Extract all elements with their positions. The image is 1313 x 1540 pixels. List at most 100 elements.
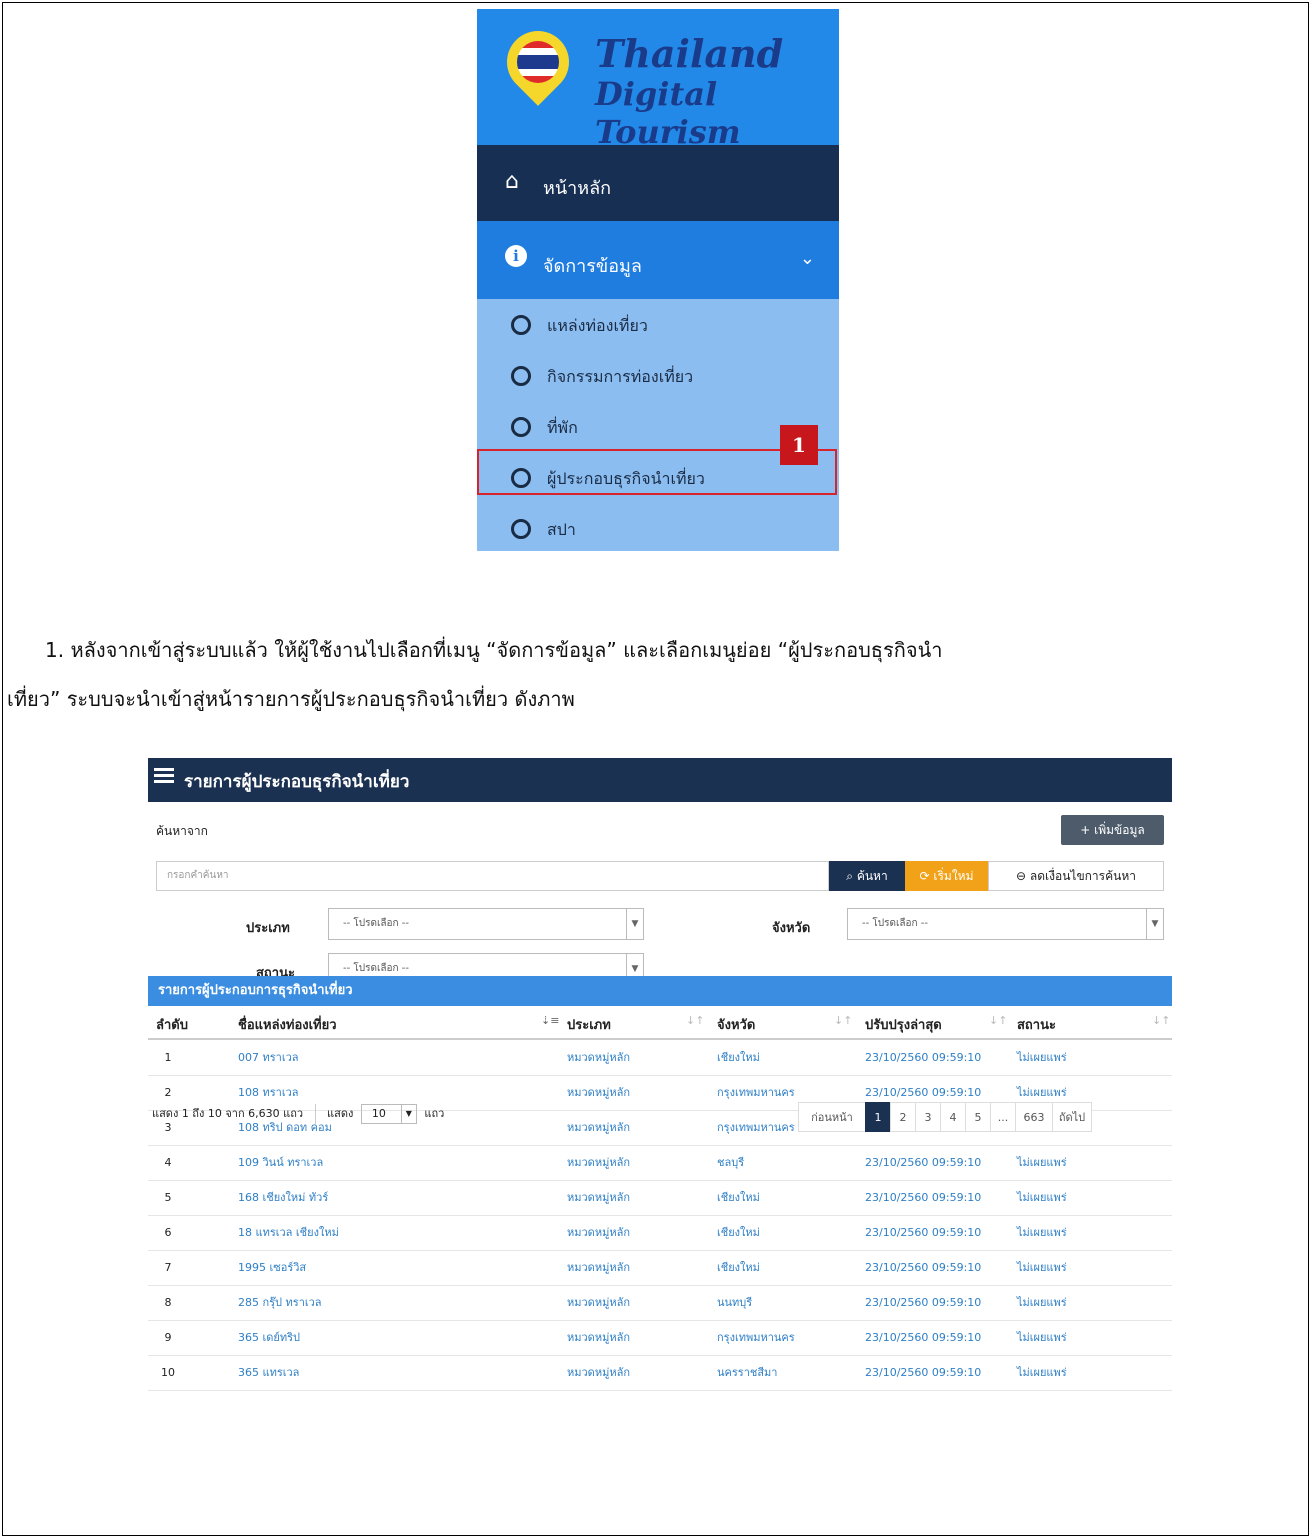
chevron-down-icon: ⌄ (799, 248, 815, 269)
sidebar-item-manage-data[interactable]: i จัดการข้อมูล ⌄ (477, 221, 839, 299)
row-name-link[interactable]: 365 เดย์ทริป (238, 1320, 300, 1355)
less-conditions-button[interactable]: ⊖ ลดเงื่อนไขการค้นหา (988, 861, 1164, 891)
circle-icon (511, 417, 531, 437)
page-button[interactable]: 2 (890, 1102, 916, 1132)
sidebar-item-home[interactable]: ⌂ หน้าหลัก (477, 145, 839, 221)
sidebar-item-attractions[interactable]: แหล่งท่องเที่ยว (477, 301, 839, 351)
row-name-link[interactable]: 18 แทรเวล เชียงใหม่ (238, 1215, 339, 1250)
row-type[interactable]: หมวดหมู่หลัก (567, 1215, 630, 1250)
row-type[interactable]: หมวดหมู่หลัก (567, 1075, 630, 1110)
page-button[interactable]: 1 (865, 1102, 891, 1132)
column-header-name[interactable]: ชื่อแหล่งท่องเที่ยว (238, 1014, 337, 1035)
table-title: รายการผู้ประกอบการธุรกิจนำเที่ยว (158, 983, 353, 998)
add-data-button[interactable]: + เพิ่มข้อมูล (1061, 815, 1164, 845)
instruction-line-1: 1. หลังจากเข้าสู่ระบบแล้ว ให้ผู้ใช้งานไป… (45, 638, 943, 662)
column-header-status[interactable]: สถานะ (1017, 1014, 1056, 1035)
page-size-value: 10 (371, 1107, 386, 1120)
sort-icon[interactable]: ↓↑ (1152, 1014, 1170, 1027)
row-index: 9 (164, 1331, 172, 1344)
column-header-updated[interactable]: ปรับปรุงล่าสุด (865, 1014, 942, 1035)
prev-page-button[interactable]: ก่อนหน้า (798, 1102, 866, 1132)
row-updated[interactable]: 23/10/2560 09:59:10 (865, 1145, 981, 1180)
province-select[interactable]: -- โปรดเลือก -- ▼ (847, 908, 1164, 940)
row-type[interactable]: หมวดหมู่หลัก (567, 1355, 630, 1390)
column-header-province[interactable]: จังหวัด (717, 1014, 755, 1035)
province-label: จังหวัด (772, 921, 811, 936)
row-type[interactable]: หมวดหมู่หลัก (567, 1040, 630, 1075)
row-name-link[interactable]: 168 เชียงใหม่ ทัวร์ (238, 1180, 328, 1215)
table-row: 6 18 แทรเวล เชียงใหม่ หมวดหมู่หลัก เชียงใหม… (148, 1215, 1172, 1251)
type-select[interactable]: -- โปรดเลือก -- ▼ (328, 908, 644, 940)
sidebar-item-spa[interactable]: สปา (477, 505, 839, 551)
search-icon: ⌕ (846, 869, 857, 883)
table-info: แสดง 1 ถึง 10 จาก 6,630 แถว แสดง 10 ▼ แถว (152, 1104, 444, 1124)
row-province[interactable]: กรุงเทพมหานคร (717, 1320, 795, 1355)
row-status[interactable]: ไม่เผยแพร่ (1017, 1355, 1067, 1390)
row-index: 4 (164, 1156, 172, 1169)
row-name-link[interactable]: 285 กรุ๊ป ทราเวล (238, 1285, 322, 1320)
row-province[interactable]: นครราชสีมา (717, 1355, 777, 1390)
row-status[interactable]: ไม่เผยแพร่ (1017, 1145, 1067, 1180)
row-updated[interactable]: 23/10/2560 09:59:10 (865, 1250, 981, 1285)
location-pin-icon (494, 18, 582, 106)
row-province[interactable]: นนทบุรี (717, 1285, 752, 1320)
row-province[interactable]: เชียงใหม่ (717, 1180, 760, 1215)
search-button[interactable]: ⌕ ค้นหา (829, 861, 905, 891)
row-type[interactable]: หมวดหมู่หลัก (567, 1285, 630, 1320)
row-status[interactable]: ไม่เผยแพร่ (1017, 1180, 1067, 1215)
column-header-type[interactable]: ประเภท (567, 1014, 611, 1035)
row-type[interactable]: หมวดหมู่หลัก (567, 1110, 630, 1145)
page-button[interactable]: 663 (1015, 1102, 1053, 1132)
row-status[interactable]: ไม่เผยแพร่ (1017, 1320, 1067, 1355)
row-status[interactable]: ไม่เผยแพร่ (1017, 1215, 1067, 1250)
column-header-index[interactable]: ลำดับ (156, 1014, 188, 1035)
less-conditions-label: ลดเงื่อนไขการค้นหา (1029, 869, 1136, 883)
row-updated[interactable]: 23/10/2560 09:59:10 (865, 1040, 981, 1075)
row-province[interactable]: เชียงใหม่ (717, 1250, 760, 1285)
sidebar-item-label: กิจกรรมการท่องเที่ยว (547, 367, 694, 386)
sort-icon[interactable]: ↓↑ (834, 1014, 852, 1027)
row-updated[interactable]: 23/10/2560 09:59:10 (865, 1285, 981, 1320)
sort-desc-icon[interactable]: ⇣≡ (541, 1014, 559, 1027)
row-status[interactable]: ไม่เผยแพร่ (1017, 1040, 1067, 1075)
reset-button-label: เริ่มใหม่ (933, 869, 974, 883)
row-index: 8 (164, 1296, 172, 1309)
row-province[interactable]: กรุงเทพมหานคร (717, 1075, 795, 1110)
row-name-link[interactable]: 1995 เซอร์วิส (238, 1250, 306, 1285)
row-status[interactable]: ไม่เผยแพร่ (1017, 1285, 1067, 1320)
home-icon: ⌂ (505, 169, 519, 194)
row-type[interactable]: หมวดหมู่หลัก (567, 1250, 630, 1285)
sidebar-item-label: สปา (547, 520, 576, 539)
row-updated[interactable]: 23/10/2560 09:59:10 (865, 1355, 981, 1390)
row-count-info: แสดง 1 ถึง 10 จาก 6,630 แถว (152, 1107, 304, 1120)
page-button[interactable]: 3 (915, 1102, 941, 1132)
page-size-select[interactable]: 10 ▼ (360, 1104, 417, 1124)
sort-icon[interactable]: ↓↑ (989, 1014, 1007, 1027)
next-page-button[interactable]: ถัดไป (1052, 1102, 1092, 1132)
row-province[interactable]: กรุงเทพมหานคร (717, 1110, 795, 1145)
page-button[interactable]: 4 (940, 1102, 966, 1132)
row-name-link[interactable]: 007 ทราเวล (238, 1040, 299, 1075)
table-header: ลำดับ ชื่อแหล่งท่องเที่ยว ⇣≡ ประเภท ↓↑ จ… (148, 1006, 1172, 1040)
row-status[interactable]: ไม่เผยแพร่ (1017, 1250, 1067, 1285)
row-updated[interactable]: 23/10/2560 09:59:10 (865, 1215, 981, 1250)
row-province[interactable]: ชลบุรี (717, 1145, 744, 1180)
row-province[interactable]: เชียงใหม่ (717, 1215, 760, 1250)
row-type[interactable]: หมวดหมู่หลัก (567, 1320, 630, 1355)
row-type[interactable]: หมวดหมู่หลัก (567, 1180, 630, 1215)
row-province[interactable]: เชียงใหม่ (717, 1040, 760, 1075)
tour-operator-list-panel: รายการผู้ประกอบธุรกิจนำเที่ยว ค้นหาจาก +… (148, 758, 1172, 1391)
sidebar-item-activities[interactable]: กิจกรรมการท่องเที่ยว (477, 352, 839, 402)
row-name-link[interactable]: 365 แทรเวล (238, 1355, 299, 1390)
row-type[interactable]: หมวดหมู่หลัก (567, 1145, 630, 1180)
refresh-icon: ⟳ (919, 869, 934, 883)
page-button[interactable]: 5 (965, 1102, 991, 1132)
status-select-value: -- โปรดเลือก -- (343, 963, 409, 974)
table-row: 7 1995 เซอร์วิส หมวดหมู่หลัก เชียงใหม่ 23/10… (148, 1250, 1172, 1286)
reset-button[interactable]: ⟳ เริ่มใหม่ (905, 861, 988, 891)
sort-icon[interactable]: ↓↑ (686, 1014, 704, 1027)
row-updated[interactable]: 23/10/2560 09:59:10 (865, 1320, 981, 1355)
row-name-link[interactable]: 109 วินน์ ทราเวล (238, 1145, 323, 1180)
search-input[interactable]: กรอกคำค้นหา (156, 861, 829, 891)
row-updated[interactable]: 23/10/2560 09:59:10 (865, 1180, 981, 1215)
